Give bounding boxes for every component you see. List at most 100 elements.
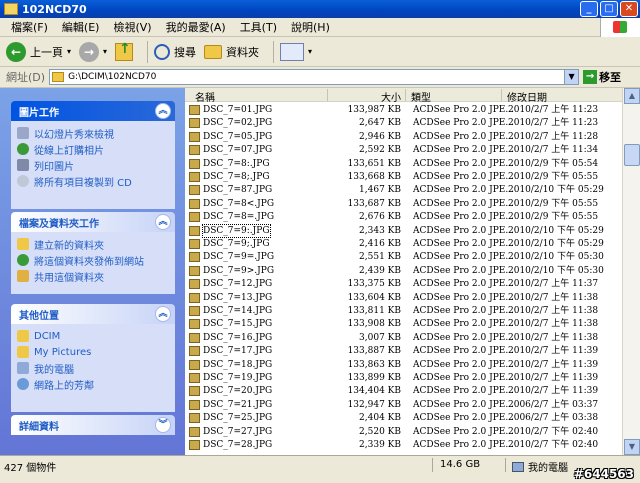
jpg-file-icon	[189, 319, 200, 330]
file-row[interactable]: DSC_7=20.JPG 134,404 KB ACDSee Pro 2.0 JPE…	[185, 385, 622, 397]
picture-tasks-title: 圖片工作	[19, 107, 59, 119]
views-dropdown-icon: ▾	[308, 47, 313, 56]
file-row[interactable]: DSC_7=27.JPG 2,520 KB ACDSee Pro 2.0 JPE..…	[185, 426, 622, 438]
jpg-file-icon	[189, 386, 200, 397]
file-row[interactable]: DSC_7=17.JPG 133,887 KB ACDSee Pro 2.0 JPE…	[185, 345, 622, 357]
collapse-chevron-icon[interactable]: ︽	[155, 103, 171, 119]
column-header-date[interactable]: 修改日期	[507, 89, 547, 104]
menu-favorites[interactable]: 我的最愛(A)	[159, 19, 233, 35]
details-header[interactable]: 詳細資料 ︾	[11, 415, 175, 435]
task-print[interactable]: 列印圖片	[17, 157, 169, 173]
place-dcim[interactable]: DCIM	[17, 328, 169, 344]
file-row[interactable]: DSC_7=19.JPG 133,899 KB ACDSee Pro 2.0 JPE…	[185, 372, 622, 384]
column-divider[interactable]	[327, 89, 328, 101]
place-my-computer[interactable]: 我的電腦	[17, 360, 169, 376]
jpg-file-icon	[189, 172, 200, 182]
file-row[interactable]: DSC_7=9;.JPG 2,416 KB ACDSee Pro 2.0 JPE..…	[185, 238, 622, 250]
file-row[interactable]: DSC_7=9=.JPG 2,551 KB ACDSee Pro 2.0 JPE..…	[185, 251, 622, 263]
task-publish-web[interactable]: 將這個資料夾發佈到網站	[17, 252, 169, 268]
file-row[interactable]: DSC_7=07.JPG 2,592 KB ACDSee Pro 2.0 JPE..…	[185, 144, 622, 156]
forward-button[interactable]: → ▾	[79, 41, 107, 62]
file-size: 2,551 KB	[359, 252, 401, 263]
place-my-pictures[interactable]: My Pictures	[17, 344, 169, 360]
vertical-scrollbar[interactable]: ▲ ▼	[622, 88, 640, 455]
file-row[interactable]: DSC_7=05.JPG 2,946 KB ACDSee Pro 2.0 JPE..…	[185, 131, 622, 143]
go-button[interactable]: → 移至	[583, 69, 621, 85]
task-share-folder[interactable]: 共用這個資料夾	[17, 268, 169, 284]
task-copy-to-cd[interactable]: 將所有項目複製到 CD	[17, 173, 169, 189]
column-divider[interactable]	[405, 89, 406, 101]
other-places-header[interactable]: 其他位置 ︽	[11, 304, 175, 324]
computer-icon	[17, 362, 29, 374]
other-places-title: 其他位置	[19, 310, 59, 322]
file-row[interactable]: DSC_7=9>.JPG 2,439 KB ACDSee Pro 2.0 JPE..…	[185, 265, 622, 277]
scroll-thumb[interactable]	[624, 144, 640, 166]
file-row[interactable]: DSC_7=02.JPG 2,647 KB ACDSee Pro 2.0 JPE..…	[185, 117, 622, 129]
file-size: 133,863 KB	[347, 359, 401, 370]
views-button[interactable]: ▾	[280, 42, 313, 61]
column-header-name[interactable]: 名稱	[195, 89, 215, 104]
file-row[interactable]: DSC_7=28.JPG 2,339 KB ACDSee Pro 2.0 JPE..…	[185, 439, 622, 451]
menu-edit[interactable]: 編輯(E)	[55, 19, 107, 35]
file-row[interactable]: DSC_7=21.JPG 132,947 KB ACDSee Pro 2.0 JPE…	[185, 399, 622, 411]
forward-dropdown-icon[interactable]: ▾	[103, 47, 107, 56]
search-button[interactable]: 搜尋	[154, 43, 196, 60]
file-date: 2010/2/7 上午 11:39	[508, 386, 599, 397]
share-folder-icon	[17, 270, 29, 282]
file-row[interactable]: DSC_7=18.JPG 133,863 KB ACDSee Pro 2.0 JPE…	[185, 359, 622, 371]
file-row[interactable]: DSC_7=12.JPG 133,375 KB ACDSee Pro 2.0 JPE…	[185, 278, 622, 290]
menu-view[interactable]: 檢視(V)	[106, 19, 158, 35]
file-date: 2010/2/9 下午 05:55	[508, 212, 599, 223]
expand-chevron-icon[interactable]: ︾	[155, 417, 171, 433]
file-row[interactable]: DSC_7=14.JPG 133,811 KB ACDSee Pro 2.0 JPE…	[185, 305, 622, 317]
file-row[interactable]: DSC_7=25.JPG 2,404 KB ACDSee Pro 2.0 JPE..…	[185, 412, 622, 424]
column-header-type[interactable]: 類型	[411, 89, 431, 104]
file-row[interactable]: DSC_7=16.JPG 3,007 KB ACDSee Pro 2.0 JPE..…	[185, 332, 622, 344]
jpg-file-icon	[189, 292, 200, 303]
file-name: DSC_7=02.JPG	[203, 118, 273, 129]
file-date: 2006/2/7 上午 03:37	[508, 399, 599, 410]
column-header-size[interactable]: 大小	[381, 89, 401, 104]
collapse-chevron-icon[interactable]: ︽	[155, 306, 171, 322]
task-order-prints[interactable]: 從線上訂購相片	[17, 141, 169, 157]
file-name: DSC_7=01.JPG	[203, 105, 273, 115]
file-tasks-header[interactable]: 檔案及資料夾工作 ︽	[11, 212, 175, 232]
file-row[interactable]: DSC_7=01.JPG 133,987 KB ACDSee Pro 2.0 JPE…	[185, 104, 622, 116]
picture-tasks-header[interactable]: 圖片工作 ︽	[11, 101, 175, 121]
file-row[interactable]: DSC_7=8=.JPG 2,676 KB ACDSee Pro 2.0 JPE..…	[185, 211, 622, 223]
file-row[interactable]: DSC_7=87.JPG 1,467 KB ACDSee Pro 2.0 JPE..…	[185, 184, 622, 196]
back-dropdown-icon[interactable]: ▾	[67, 47, 71, 56]
file-name: DSC_7=15.JPG	[203, 319, 273, 330]
scroll-down-arrow-icon[interactable]: ▼	[624, 439, 640, 455]
task-label: 從線上訂購相片	[34, 145, 104, 157]
task-slideshow[interactable]: 以幻燈片秀來檢視	[17, 125, 169, 141]
file-type: ACDSee Pro 2.0 JPE...	[413, 346, 514, 357]
file-row[interactable]: DSC_7=13.JPG 133,604 KB ACDSee Pro 2.0 JPE…	[185, 292, 622, 304]
folders-button[interactable]: 資料夾	[204, 44, 259, 60]
up-folder-button[interactable]	[115, 41, 134, 61]
file-size: 132,947 KB	[347, 399, 401, 410]
minimize-button[interactable]: _	[580, 1, 598, 17]
maximize-button[interactable]: □	[600, 1, 618, 17]
close-button[interactable]: ✕	[620, 1, 638, 17]
file-type: ACDSee Pro 2.0 JPE...	[413, 359, 514, 370]
address-dropdown-icon[interactable]: ▼	[564, 70, 579, 84]
menu-help[interactable]: 說明(H)	[284, 19, 337, 35]
file-row[interactable]: DSC_7=8<.JPG 133,687 KB ACDSee Pro 2.0 JPE…	[185, 198, 622, 210]
back-button[interactable]: ← 上一頁 ▾	[6, 41, 71, 62]
file-row[interactable]: DSC_7=8:.JPG 133,651 KB ACDSee Pro 2.0 JPE…	[185, 158, 622, 170]
menu-file[interactable]: 檔案(F)	[4, 19, 55, 35]
place-network[interactable]: 網路上的芳鄰	[17, 376, 169, 392]
file-name: DSC_7=21.JPG	[203, 399, 273, 410]
file-row[interactable]: DSC_7=8;.JPG 133,668 KB ACDSee Pro 2.0 JPE…	[185, 171, 622, 183]
file-row[interactable]: DSC_7=15.JPG 133,908 KB ACDSee Pro 2.0 JPE…	[185, 318, 622, 330]
collapse-chevron-icon[interactable]: ︽	[155, 214, 171, 230]
file-name: DSC_7=19.JPG	[203, 373, 273, 383]
file-row[interactable]: DSC_7=9:.JPG 2,343 KB ACDSee Pro 2.0 JPE..…	[185, 223, 622, 238]
column-divider[interactable]	[501, 89, 502, 101]
scroll-up-arrow-icon[interactable]: ▲	[624, 88, 640, 104]
task-new-folder[interactable]: 建立新的資料夾	[17, 236, 169, 252]
address-input[interactable]: G:\DCIM\102NCD70 ▼	[49, 69, 580, 85]
menu-tools[interactable]: 工具(T)	[233, 19, 284, 35]
jpg-file-icon	[189, 118, 200, 129]
